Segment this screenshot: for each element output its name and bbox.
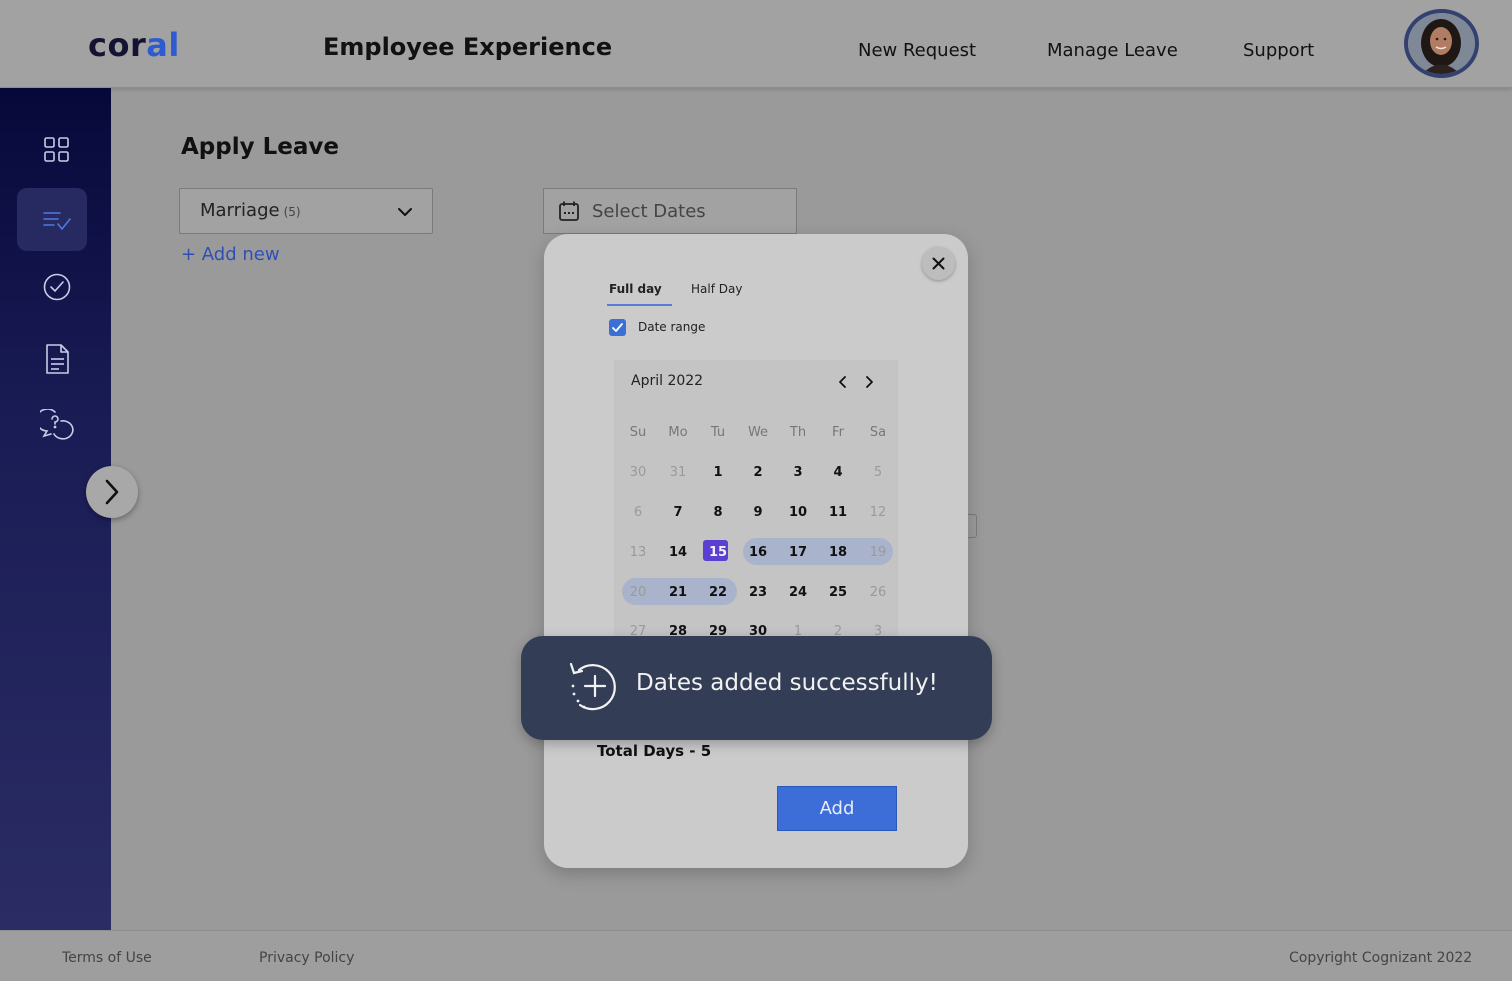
weekday-su: Su xyxy=(629,425,647,440)
tab-full-day[interactable]: Full day xyxy=(609,282,662,296)
document-icon[interactable] xyxy=(40,342,74,376)
sidebar-expand-button[interactable] xyxy=(86,466,138,518)
page-title: Apply Leave xyxy=(181,134,339,160)
weekday-fr: Fr xyxy=(832,425,844,440)
check-circle-icon[interactable] xyxy=(40,270,74,304)
calendar-day[interactable]: 1 xyxy=(698,465,738,480)
calendar-day[interactable]: 21 xyxy=(658,585,698,600)
weekday-tu: Tu xyxy=(710,425,726,440)
dashboard-grid-icon[interactable] xyxy=(40,133,74,167)
weekday-sa: Sa xyxy=(869,425,887,440)
calendar-day[interactable]: 6 xyxy=(618,505,658,520)
calendar-day: 31 xyxy=(669,465,687,480)
calendar-day[interactable]: 23 xyxy=(738,585,778,600)
calendar-day[interactable]: 26 xyxy=(858,585,898,600)
nav-manage-leave[interactable]: Manage Leave xyxy=(1047,40,1178,61)
calendar-day[interactable]: 13 xyxy=(618,545,658,560)
calendar-day[interactable]: 17 xyxy=(778,545,818,560)
calendar-day[interactable]: 3 xyxy=(778,465,818,480)
date-range-label: Date range xyxy=(638,320,706,334)
leave-type-select[interactable]: Marriage (5) xyxy=(179,188,433,234)
calendar-day[interactable]: 10 xyxy=(778,505,818,520)
calendar-day[interactable]: 12 xyxy=(858,505,898,520)
calendar-icon xyxy=(559,201,579,221)
tab-half-day[interactable]: Half Day xyxy=(691,282,742,296)
calendar-day[interactable]: 24 xyxy=(778,585,818,600)
calendar-day[interactable]: 5 xyxy=(858,465,898,480)
calendar-day[interactable]: 20 xyxy=(618,585,658,600)
coral-logo[interactable]: coral xyxy=(88,26,180,64)
weekday-we: We xyxy=(747,425,769,440)
add-history-icon xyxy=(565,658,623,716)
weekday-mo: Mo xyxy=(668,425,688,440)
chevron-right-icon[interactable] xyxy=(861,374,877,390)
copyright-text: Copyright Cognizant 2022 xyxy=(1289,950,1473,966)
calendar-day[interactable]: 11 xyxy=(818,505,858,520)
checkmark-icon xyxy=(612,323,623,332)
calendar-day[interactable]: 4 xyxy=(818,465,858,480)
active-tab-underline xyxy=(607,304,672,306)
calendar-day[interactable]: 9 xyxy=(738,505,778,520)
nav-new-request[interactable]: New Request xyxy=(858,40,976,61)
footer: Terms of Use Privacy Policy Copyright Co… xyxy=(0,930,1512,981)
chevron-left-icon[interactable] xyxy=(835,374,851,390)
chevron-right-icon xyxy=(105,479,119,505)
close-button[interactable] xyxy=(922,247,955,280)
toast-message: Dates added successfully! xyxy=(636,670,938,696)
calendar-day[interactable]: 18 xyxy=(818,545,858,560)
add-new-link[interactable]: + Add new xyxy=(181,244,280,265)
select-dates-field[interactable]: Select Dates xyxy=(543,188,797,234)
calendar-day[interactable]: 2 xyxy=(738,465,778,480)
user-avatar[interactable] xyxy=(1404,9,1479,78)
app-title: Employee Experience xyxy=(323,33,613,61)
calendar: April 2022 Su Mo Tu We Th Fr Sa 30 31 1 2 3 4 5 6 7 8 9 1… xyxy=(614,360,898,650)
close-icon xyxy=(932,257,945,270)
logo-text-main: cor xyxy=(88,26,147,64)
leave-type-value: Marriage (5) xyxy=(200,200,301,221)
task-list-icon[interactable] xyxy=(40,203,74,237)
nav-support[interactable]: Support xyxy=(1243,40,1314,61)
date-range-checkbox[interactable] xyxy=(609,319,626,336)
calendar-day[interactable]: 25 xyxy=(818,585,858,600)
total-days: Total Days - 5 xyxy=(597,742,712,760)
date-picker-modal: Full day Half Day Date range April 2022 … xyxy=(544,234,968,868)
calendar-day[interactable]: 8 xyxy=(698,505,738,520)
weekday-th: Th xyxy=(789,425,807,440)
add-button[interactable]: Add xyxy=(777,786,897,831)
calendar-day[interactable]: 16 xyxy=(738,545,778,560)
calendar-day: 30 xyxy=(629,465,647,480)
calendar-day[interactable]: 19 xyxy=(858,545,898,560)
calendar-day[interactable]: 15 xyxy=(698,545,738,560)
calendar-day[interactable]: 22 xyxy=(698,585,738,600)
success-toast: Dates added successfully! xyxy=(521,636,992,740)
calendar-day[interactable]: 7 xyxy=(658,505,698,520)
leave-type-label: Marriage xyxy=(200,200,280,221)
calendar-month-label: April 2022 xyxy=(631,373,704,389)
privacy-policy-link[interactable]: Privacy Policy xyxy=(259,950,354,966)
help-chat-icon[interactable] xyxy=(40,409,74,443)
terms-of-use-link[interactable]: Terms of Use xyxy=(62,950,152,966)
logo-text-accent: al xyxy=(146,26,180,64)
top-header: coral Employee Experience New Request Ma… xyxy=(0,0,1512,88)
calendar-day[interactable]: 14 xyxy=(658,545,698,560)
avatar-portrait-icon xyxy=(1408,13,1475,74)
select-dates-placeholder: Select Dates xyxy=(592,201,706,222)
leave-type-count: (5) xyxy=(283,205,301,219)
chevron-down-icon xyxy=(398,208,412,216)
